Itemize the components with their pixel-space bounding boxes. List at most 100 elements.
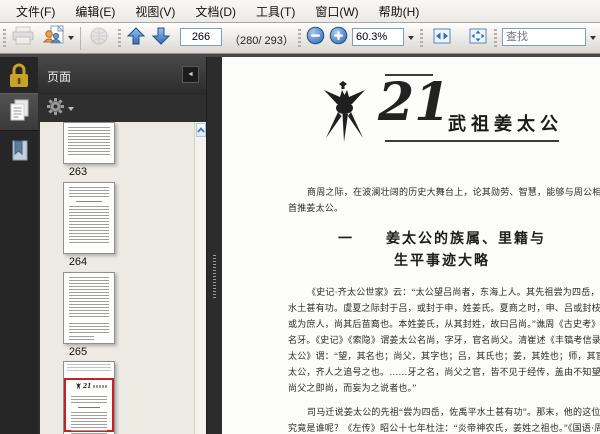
thumbnail-page-263[interactable] [63,122,115,164]
arrow-down-icon [151,26,171,51]
zoom-level-input[interactable] [352,28,404,46]
options-dropdown-icon[interactable] [68,106,74,111]
menu-file[interactable]: 文件(F) [6,1,65,22]
bookmark-icon [8,139,30,168]
paragraph-2: 《史记·齐太公世家》云：“太公望吕尚者，东海上人。其先祖尝为四岳，佐禹平 水土甚… [288,284,600,396]
panel-splitter[interactable] [207,57,222,434]
find-input[interactable] [502,28,586,46]
menu-bar: 文件(F) 编辑(E) 视图(V) 文档(D) 工具(T) 窗口(W) 帮助(H… [0,0,600,23]
thumbnail-text-preview [69,323,109,333]
zoom-out-button[interactable] [304,26,326,50]
intro-paragraph: 商周之际，在波澜壮阔的历史大舞台上，论其勋劳、智慧，能够与周公相比肩的 首推姜太… [288,184,600,216]
panel-header: 页面 ◄ [38,57,206,95]
body-text-line: 究竟是谁呢？《左传》昭公十七年杜注：“炎帝神农氏，姜姓之祖也。”《国语·周语下》 [288,423,600,433]
thumbnail-label: 264 [68,256,88,268]
print-button[interactable] [10,26,36,50]
thumbnail-text-preview [69,206,109,245]
scroll-up-button[interactable] [196,123,206,137]
chapter-number: 21 [378,72,451,133]
menu-tools[interactable]: 工具(T) [246,1,305,22]
chevron-down-icon [68,36,74,40]
toolbar-separator [80,27,81,50]
page-number-input[interactable] [180,28,222,46]
title-rule-bottom [385,140,559,142]
zoom-in-button[interactable] [327,26,349,50]
body-text-line: 太公，齐人之追号之也。……牙之名，尚父之官，皆不见于经传，盖由不知望之即名、 [288,367,600,377]
section-heading-line: 一 姜太公的族属、里籍与 [338,232,546,247]
thumbnail-text-preview [71,412,107,434]
printer-icon [12,26,34,50]
menu-edit[interactable]: 编辑(E) [65,1,125,22]
thumbnail-text-preview [76,201,102,202]
pages-panel-button[interactable] [0,93,38,131]
thumbnail-page-266[interactable]: 21 [63,361,115,434]
body-text-line: 尚父之即尚，而妄为之说者也。” [288,383,417,393]
fit-page-button[interactable] [466,26,490,50]
body-text-line: 太公》谓：“望，其名也；尚父，其字也；吕，其氏也；姜，其姓也；师，其官也；公，其… [288,351,600,361]
plus-circle-icon [329,26,348,50]
find-options-dropdown[interactable] [588,26,598,50]
thumbnail-page-265[interactable] [63,272,115,344]
collaborate-button[interactable] [40,24,66,51]
body-text-line: 司马迁说姜太公的先祖“尝为四岳，佐禹平水土甚有功”。那末，他的这位先祖 [307,407,600,417]
pages-icon [8,98,30,127]
globe-icon [89,26,109,51]
splitter-grip [213,255,216,299]
section-heading-line: 生平事迹大略 [394,254,490,269]
thumbnail-text-preview [69,336,94,340]
body-text-line: 水土甚有功。虞夏之际封于吕，或封于申，姓姜氏。夏商之时，申、吕或封枝庶子孙， [288,303,600,313]
chapter-title: 武祖姜太公 [448,114,563,134]
thumbnail-text-preview [69,277,109,317]
panel-title: 页面 [47,70,72,84]
fit-width-button[interactable] [430,26,454,50]
fit-width-icon [433,28,451,49]
body-text-line: 《史记·齐太公世家》云：“太公望吕尚者，东海上人。其先祖尝为四岳，佐禹平 [307,287,600,297]
thumbnail-text-preview [67,364,111,372]
bronze-vessel-glyph [323,81,367,148]
thumbnail-label: 263 [68,166,88,178]
section-heading: 一 姜太公的族属、里籍与 生平事迹大略 [262,229,600,273]
collapse-arrow-icon: ◄ [187,71,194,78]
thumbnail-text-preview [71,396,107,404]
panel-options-row [38,95,206,122]
menu-document[interactable]: 文档(D) [185,1,246,22]
thumbnail-label: 265 [68,346,88,358]
fit-page-icon [469,28,487,49]
collaborate-dropdown[interactable] [66,26,76,50]
paragraph-3: 司马迁说姜太公的先祖“尝为四岳，佐禹平水土甚有功”。那末，他的这位先祖 究竟是谁… [288,404,600,434]
collapse-panel-button[interactable]: ◄ [182,66,199,83]
toolbar-grip [420,29,423,48]
thumbnail-scrollbar[interactable] [194,122,206,434]
body-text-line: 商周之际，在波澜壮阔的历史大舞台上，论其勋劳、智慧，能够与周公相比肩的 [307,187,600,197]
page-count-label: （280/ 293） [229,35,294,47]
pages-panel: 页面 ◄ 263 264 265 21 [38,57,207,434]
gear-icon[interactable] [47,97,64,120]
pdf-reader-window: 文件(F) 编辑(E) 视图(V) 文档(D) 工具(T) 窗口(W) 帮助(H… [0,0,600,434]
navigation-icon-strip [0,57,38,434]
menu-window[interactable]: 窗口(W) [305,1,368,22]
toolbar-grip [118,29,121,48]
previous-page-button[interactable] [125,26,147,50]
toolbar-grip [494,29,497,48]
zoom-dropdown[interactable] [406,26,416,50]
toolbar-grip [298,29,301,48]
menu-help[interactable]: 帮助(H) [369,1,430,22]
thumbnail-text-preview [68,127,110,155]
collaborate-icon [42,24,65,51]
body-text-line: 名牙。《史记》《索隐》谓姜太公名尚，字牙，官名尚父。清崔述《丰镐考信录》卷八《齐 [288,335,600,345]
document-page[interactable]: 21 武祖姜太公 商周之际，在波澜壮阔的历史大舞台上，论其勋劳、智慧，能够与周公… [222,57,600,434]
toolbar: （280/ 293） [0,24,600,54]
minus-circle-icon [306,26,325,50]
chevron-down-icon [408,36,414,40]
chevron-down-icon [590,36,596,40]
bookmarks-panel-button[interactable] [0,135,38,171]
thumbnail-text-preview [69,187,109,197]
security-lock-button[interactable] [7,61,31,96]
menu-view[interactable]: 视图(V) [125,1,185,22]
arrow-up-icon [126,26,146,51]
share-button[interactable] [86,26,112,50]
chevron-up-icon [197,127,205,133]
thumbnail-page-264[interactable] [63,182,115,254]
next-page-button[interactable] [150,26,172,50]
thumbnail-list: 263 264 265 21 [40,122,206,434]
